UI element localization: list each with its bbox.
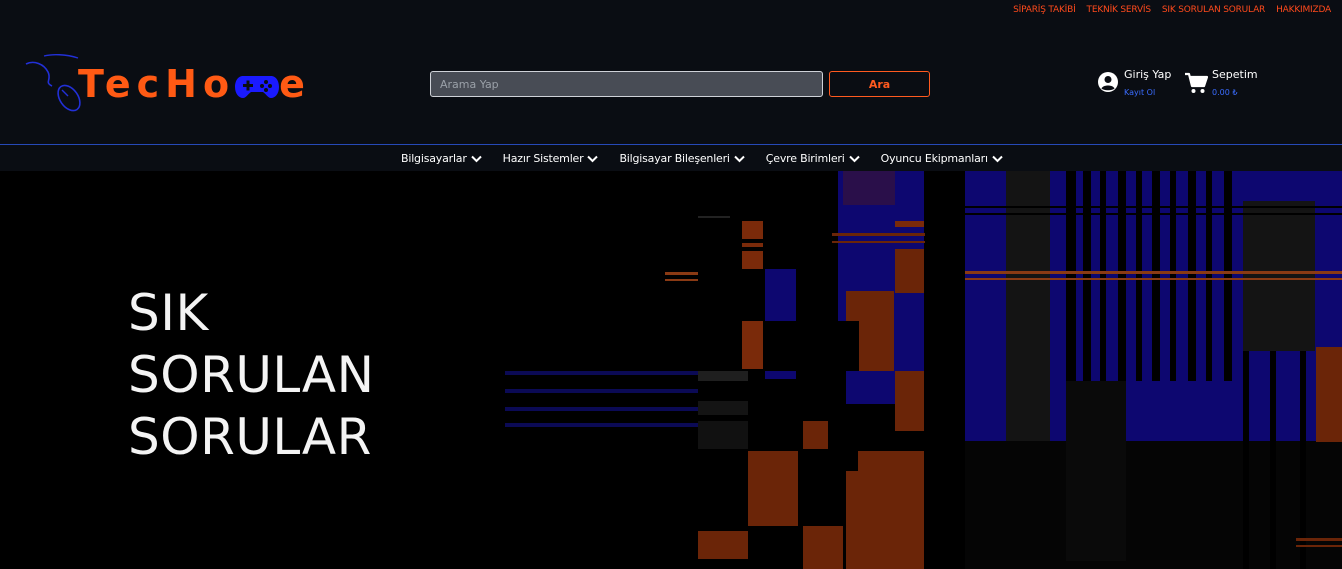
login-link[interactable]: Giriş Yap (1124, 68, 1171, 81)
site-header: SİPARİŞ TAKİBİ TEKNİK SERVİS SIK SORULAN… (0, 0, 1342, 145)
gamepad-icon (235, 76, 280, 98)
account-menu[interactable]: Giriş Yap Kayıt Ol (1098, 68, 1171, 97)
nav-item-label: Bilgisayar Bileşenleri (619, 152, 730, 165)
nav-item-label: Bilgisayarlar (401, 152, 467, 165)
chevron-down-icon (848, 155, 860, 162)
nav-item-components[interactable]: Bilgisayar Bileşenleri (619, 152, 745, 165)
hero-title-line: SORULAN (128, 346, 375, 404)
nav-item-label: Oyuncu Ekipmanları (880, 152, 988, 165)
nav-item-gaming-gear[interactable]: Oyuncu Ekipmanları (881, 152, 1003, 165)
top-link-order-tracking[interactable]: SİPARİŞ TAKİBİ (1013, 5, 1076, 15)
nav-item-label: Çevre Birimleri (765, 152, 845, 165)
logo-text: TecHo e (78, 64, 311, 104)
nav-item-label: Hazır Sistemler (502, 152, 584, 165)
cart-menu[interactable]: Sepetim 0.00 ₺ (1184, 68, 1258, 97)
search-input[interactable] (430, 71, 823, 97)
cart-title: Sepetim (1212, 68, 1258, 81)
chevron-down-icon (992, 155, 1003, 162)
nav-item-ready-systems[interactable]: Hazır Sistemler (503, 152, 599, 165)
user-circle-icon (1098, 72, 1118, 92)
cart-icon (1185, 72, 1208, 93)
top-link-about[interactable]: HAKKIMIZDA (1276, 5, 1331, 15)
hero-title-line: SIK (128, 284, 209, 342)
register-link[interactable]: Kayıt Ol (1124, 88, 1171, 97)
nav-item-computers[interactable]: Bilgisayarlar (401, 152, 482, 165)
site-logo[interactable]: TecHo e (22, 50, 332, 120)
hero-title-line: SORULAR (128, 408, 372, 466)
chevron-down-icon (587, 155, 599, 162)
top-link-technical-service[interactable]: TEKNİK SERVİS (1087, 5, 1152, 15)
top-links: SİPARİŞ TAKİBİ TEKNİK SERVİS SIK SORULAN… (1013, 5, 1331, 15)
top-link-faq[interactable]: SIK SORULAN SORULAR (1162, 5, 1265, 15)
cart-total: 0.00 ₺ (1212, 88, 1238, 97)
search-button[interactable]: Ara (829, 71, 930, 97)
chevron-down-icon (734, 155, 745, 162)
main-nav: Bilgisayarlar Hazır Sistemler Bilgisayar… (0, 144, 1342, 171)
logo-text-start: TecHo (78, 62, 236, 106)
logo-text-end: e (279, 62, 311, 106)
chevron-down-icon (470, 155, 482, 162)
nav-item-peripherals[interactable]: Çevre Birimleri (766, 152, 860, 165)
hero-banner: SIK SORULAN SORULAR (0, 171, 1342, 569)
hero-title: SIK SORULAN SORULAR (128, 282, 375, 468)
